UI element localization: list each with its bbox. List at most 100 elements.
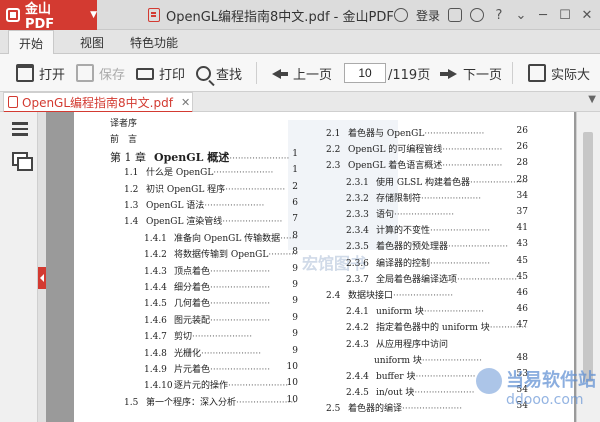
toc-leader-dots: ····················· (213, 168, 274, 179)
toc-number: 2.3.7 (346, 274, 369, 285)
actual-size-button[interactable]: 实际大 (528, 54, 590, 92)
toc-title: 片元着色 (174, 365, 211, 375)
toc-entry: 2.4.3 从应用程序中访问 (346, 337, 528, 350)
skin-icon[interactable] (470, 8, 484, 22)
close-icon[interactable]: ✕ (580, 8, 594, 23)
pdf-file-icon (8, 96, 18, 108)
app-menu-button[interactable]: 金山PDF ▼ (0, 0, 97, 32)
tab-view[interactable]: 视图 (80, 30, 104, 54)
document-tab[interactable]: OpenGL编程指南8中文.pdf ✕ (3, 92, 193, 113)
open-button[interactable]: 打开 (16, 54, 65, 92)
toc-title: uniform 块 (376, 307, 424, 318)
toc-leader-dots: ····················· (192, 332, 253, 343)
toc-page-number: 48 (516, 352, 528, 363)
printer-icon (136, 68, 154, 80)
toc-title: 编译器的控制 (376, 258, 431, 269)
toc-entry: 前 言 (110, 132, 298, 145)
toc-leader-dots: ····················· (424, 129, 485, 139)
tab-list-chevron-icon[interactable]: ▼ (588, 94, 596, 105)
toc-title: 从应用程序中访问 (376, 339, 449, 350)
login-button[interactable]: 登录 (416, 7, 440, 24)
toc-leader-dots: ····················· (394, 210, 455, 220)
toc-entry: 2.3.5 着色器的预处理器····················· 43 (346, 239, 528, 252)
prev-page-button[interactable]: 上一页 (270, 54, 332, 92)
toc-number: 1.3 (124, 201, 139, 211)
document-tab-label: OpenGL编程指南8中文.pdf (22, 95, 173, 110)
toc-leader-dots: ····················· (402, 404, 463, 415)
next-page-button[interactable]: 下一页 (440, 54, 502, 92)
site-logo-icon (476, 368, 502, 394)
toc-entry: 2.3.1 使用 GLSL 构建着色器····················· 2… (346, 175, 528, 188)
toc-title: 图元装配 (174, 315, 211, 326)
find-button[interactable]: 查找 (196, 54, 242, 92)
toc-entry: 2.3 OpenGL 着色语言概述····················· 28 (326, 158, 528, 171)
tab-features[interactable]: 特色功能 (130, 30, 178, 54)
toc-number: 1.4.6 (144, 315, 167, 326)
toc-leader-dots: ····················· (448, 242, 509, 253)
toc-page-number: 6 (292, 198, 298, 208)
toc-entry: 1.1 什么是 OpenGL····················· 1 (124, 165, 298, 178)
toc-leader-dots: ····················· (423, 307, 484, 318)
toc-number: 2.1 (326, 129, 341, 139)
toc-leader-dots: ····················· (430, 258, 491, 269)
toc-title: 前 言 (110, 135, 138, 146)
save-button[interactable]: 保存 (76, 54, 125, 92)
toc-title: 将数据传输到 OpenGL (174, 250, 269, 261)
toc-number: 1.4.4 (144, 283, 167, 293)
toc-entry: 2.4.2指定着色器中的 uniform 块··················… (346, 320, 528, 333)
help-icon[interactable]: ? (492, 8, 506, 23)
message-icon[interactable] (448, 8, 462, 22)
page-total: /119页 (388, 67, 431, 83)
find-label: 查找 (216, 67, 243, 83)
open-label: 打开 (39, 67, 66, 83)
collapse-panel-handle[interactable] (38, 267, 46, 289)
panel-splitter[interactable] (38, 112, 46, 422)
menu-chevron-icon[interactable]: ⌄ (514, 8, 528, 23)
actual-size-label: 实际大 (551, 67, 591, 83)
toc-number: 1.4.3 (144, 266, 167, 277)
toc-title: 第一个程序：深入分析 (146, 397, 237, 408)
close-tab-icon[interactable]: ✕ (181, 96, 190, 109)
toc-title: 译者序 (110, 119, 138, 129)
toc-number: 2.3.2 (346, 193, 369, 204)
toc-leader-dots: ····················· (210, 315, 271, 326)
toc-leader-dots: ····················· (210, 283, 271, 293)
minimize-icon[interactable]: ─ (536, 8, 550, 23)
toolbar: 打开 保存 打印 查找 上一页 /119页 下一页 实际大 (0, 54, 600, 92)
toc-page-number: 46 (516, 304, 528, 315)
window-title: OpenGL编程指南8中文.pdf - 金山PDF (148, 0, 394, 30)
toc-entry: 2.3.6 编译器的控制····················· 45 (346, 256, 528, 269)
toc-title: 数据块接口 (348, 291, 394, 301)
maximize-icon[interactable]: ☐ (558, 8, 572, 23)
toc-entry: 1.4.9 片元着色····················· 10 (144, 362, 298, 375)
toc-leader-dots: ····················· (229, 153, 290, 164)
thumbnails-icon[interactable] (12, 152, 33, 171)
toc-page-number: 8 (292, 230, 298, 241)
toc-leader-dots: ····················· (210, 266, 271, 277)
print-button[interactable]: 打印 (136, 54, 185, 92)
toc-entry: 2.3.4 计算的不变性····················· 41 (346, 223, 528, 236)
toc-leader-dots: ····················· (228, 381, 289, 392)
toc-title: 计算的不变性 (376, 226, 431, 237)
toc-entry: 第 1 章 OpenGL 概述····················· 1 (110, 149, 298, 165)
toc-page-number: 37 (516, 207, 528, 217)
toc-number: 2.3.1 (346, 177, 369, 188)
chevron-down-icon: ▼ (90, 10, 97, 20)
bookmarks-list-icon[interactable] (12, 122, 28, 136)
toc-title: 剪切 (174, 332, 193, 343)
user-icon[interactable] (393, 8, 408, 22)
page-number-input[interactable] (344, 63, 386, 83)
toc-title: 着色器的预处理器 (376, 242, 449, 253)
toc-leader-dots: ····················· (204, 201, 265, 211)
toc-title: 逐片元的操作 (174, 381, 229, 392)
toc-page-number: 7 (292, 214, 298, 225)
toc-entry: 译者序 (110, 116, 298, 129)
toolbar-divider (512, 62, 513, 84)
toc-page-number: 28 (516, 158, 528, 169)
toc-title: 着色器与 OpenGL (348, 129, 425, 139)
app-name: 金山PDF (24, 2, 55, 32)
toc-page-number: 1 (292, 165, 298, 176)
prev-page-label: 上一页 (293, 67, 333, 83)
scrollbar-thumb[interactable] (583, 132, 593, 382)
tab-start[interactable]: 开始 (8, 30, 55, 55)
